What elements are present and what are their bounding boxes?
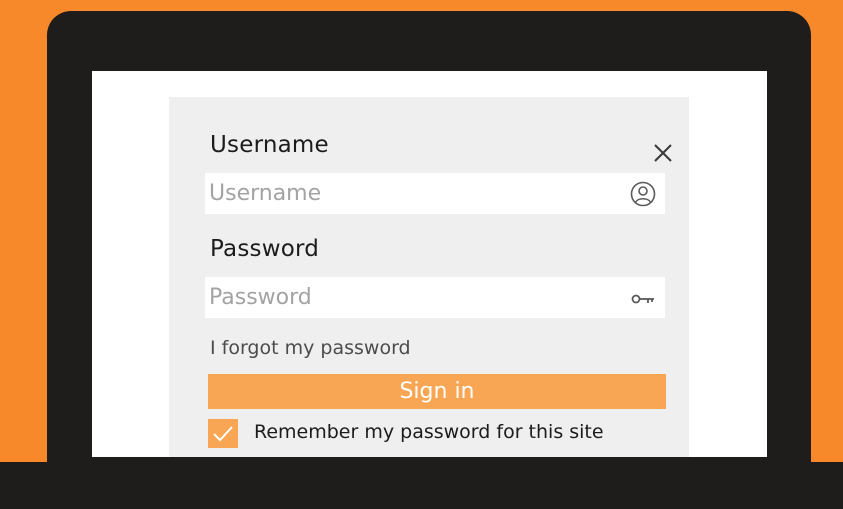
password-field[interactable] [205, 277, 665, 318]
laptop-base [0, 462, 843, 509]
forgot-password-link[interactable]: I forgot my password [210, 337, 411, 359]
username-field[interactable] [205, 173, 665, 214]
checkmark-icon [213, 426, 233, 442]
key-icon [630, 285, 656, 311]
password-label: Password [210, 236, 320, 262]
remember-me-checkbox[interactable] [208, 419, 238, 448]
login-dialog: Username Password [169, 97, 689, 457]
laptop-screen: Username Password [92, 71, 767, 457]
sign-in-button[interactable]: Sign in [208, 374, 666, 409]
password-input[interactable] [209, 277, 609, 318]
remember-me-label: Remember my password for this site [254, 421, 604, 443]
close-icon[interactable] [651, 141, 675, 165]
user-circle-icon [630, 181, 656, 207]
username-input[interactable] [209, 173, 609, 214]
username-label: Username [210, 132, 329, 158]
